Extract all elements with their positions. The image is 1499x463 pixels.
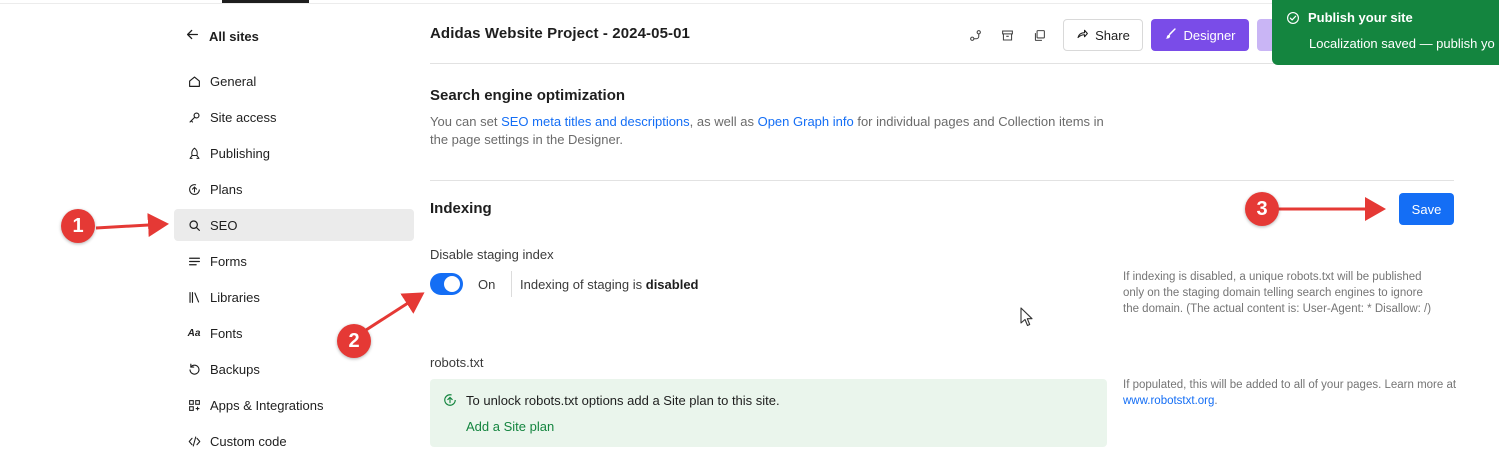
desc-text: You can set bbox=[430, 114, 502, 129]
sidebar-item-custom-code[interactable]: Custom code bbox=[174, 425, 414, 457]
robots-help-text: If populated, this will be added to all … bbox=[1123, 377, 1463, 409]
upgrade-message: To unlock robots.txt options add a Site … bbox=[466, 393, 780, 408]
share-icon bbox=[1076, 27, 1089, 43]
mouse-cursor-icon bbox=[1020, 307, 1034, 327]
code-icon bbox=[187, 434, 201, 448]
library-icon bbox=[187, 290, 201, 304]
designer-button[interactable]: Designer bbox=[1151, 19, 1249, 51]
section-divider bbox=[430, 180, 1454, 181]
brush-icon bbox=[1164, 27, 1177, 43]
desc-text: , as well as bbox=[689, 114, 758, 129]
sidebar-item-libraries[interactable]: Libraries bbox=[174, 281, 414, 313]
indexing-title: Indexing bbox=[430, 200, 492, 217]
backup-icon bbox=[187, 362, 201, 376]
indexing-status: Indexing of staging is disabled bbox=[520, 277, 699, 292]
sidebar-item-site-access[interactable]: Site access bbox=[174, 101, 414, 133]
sidebar-item-backups[interactable]: Backups bbox=[174, 353, 414, 385]
archive-icon[interactable] bbox=[996, 24, 1018, 46]
sidebar-item-publishing[interactable]: Publishing bbox=[174, 137, 414, 169]
sidebar-item-label: Publishing bbox=[210, 145, 270, 161]
seo-description: You can set SEO meta titles and descript… bbox=[430, 113, 1110, 149]
transfer-icon[interactable] bbox=[964, 24, 986, 46]
annotation-badge-3: 3 bbox=[1245, 192, 1279, 226]
fonts-icon: Aa bbox=[187, 327, 201, 339]
toggle-knob bbox=[444, 276, 460, 292]
check-circle-icon bbox=[1286, 11, 1300, 25]
plan-upgrade-icon bbox=[443, 393, 457, 407]
open-graph-link[interactable]: Open Graph info bbox=[758, 114, 854, 129]
robotstxt-link[interactable]: www.robotstxt.org bbox=[1123, 395, 1214, 407]
sidebar-item-label: Libraries bbox=[210, 289, 260, 305]
publish-toast: Publish your site Localization saved — p… bbox=[1272, 0, 1499, 65]
sidebar-item-label: Plans bbox=[210, 181, 243, 197]
share-label: Share bbox=[1095, 27, 1130, 43]
sidebar-item-label: Apps & Integrations bbox=[210, 397, 324, 413]
sidebar-item-plans[interactable]: Plans bbox=[174, 173, 414, 205]
sidebar-item-label: Site access bbox=[210, 109, 277, 125]
arrow-left-icon bbox=[186, 28, 199, 44]
sidebar-item-label: Fonts bbox=[210, 325, 243, 341]
toggle-state-label: On bbox=[478, 277, 496, 292]
indexing-help-text: If indexing is disabled, a unique robots… bbox=[1123, 271, 1432, 315]
plan-upgrade-icon bbox=[187, 182, 201, 196]
seo-meta-link[interactable]: SEO meta titles and descriptions bbox=[501, 114, 690, 129]
designer-label: Designer bbox=[1183, 27, 1236, 43]
sidebar-item-apps-integrations[interactable]: Apps & Integrations bbox=[174, 389, 414, 421]
search-icon bbox=[187, 218, 201, 232]
back-to-all-sites-link[interactable]: All sites bbox=[186, 26, 259, 46]
toast-message: Localization saved — publish yo bbox=[1309, 36, 1495, 51]
sidebar-item-label: Custom code bbox=[210, 433, 287, 449]
key-icon bbox=[187, 110, 201, 124]
robots-help-suffix: . bbox=[1214, 395, 1218, 407]
duplicate-icon[interactable] bbox=[1028, 24, 1050, 46]
sidebar-item-label: Backups bbox=[210, 361, 260, 377]
add-site-plan-link[interactable]: Add a Site plan bbox=[466, 419, 554, 434]
status-prefix: Indexing of staging is bbox=[520, 277, 646, 292]
status-value: disabled bbox=[645, 277, 699, 292]
annotation-badge-1: 1 bbox=[61, 209, 95, 243]
home-icon bbox=[187, 74, 201, 88]
staging-index-toggle[interactable] bbox=[430, 273, 463, 295]
forms-icon bbox=[187, 254, 201, 268]
sidebar-item-general[interactable]: General bbox=[174, 65, 414, 97]
robots-txt-label: robots.txt bbox=[430, 355, 484, 370]
apps-icon bbox=[187, 398, 201, 412]
sidebar-item-label: General bbox=[210, 73, 257, 89]
upgrade-callout bbox=[430, 379, 1107, 447]
seo-section-title: Search engine optimization bbox=[430, 87, 626, 104]
robots-help-prefix: If populated, this will be added to all … bbox=[1123, 379, 1457, 391]
share-button[interactable]: Share bbox=[1063, 19, 1143, 51]
back-label: All sites bbox=[209, 28, 259, 44]
sidebar-item-fonts[interactable]: Aa Fonts bbox=[174, 317, 414, 349]
annotation-badge-2: 2 bbox=[337, 324, 371, 358]
annotation-arrow-1 bbox=[95, 213, 169, 238]
sidebar-item-seo[interactable]: SEO bbox=[174, 209, 414, 241]
disable-staging-index-label: Disable staging index bbox=[430, 247, 554, 262]
save-button[interactable]: Save bbox=[1399, 193, 1454, 225]
sidebar-item-label: SEO bbox=[210, 217, 238, 233]
page-title: Adidas Website Project - 2024-05-01 bbox=[430, 25, 690, 42]
sidebar-item-forms[interactable]: Forms bbox=[174, 245, 414, 277]
rocket-icon bbox=[187, 146, 201, 160]
vertical-separator bbox=[511, 271, 512, 297]
sidebar-item-label: Forms bbox=[210, 253, 247, 269]
toast-title: Publish your site bbox=[1308, 10, 1413, 25]
